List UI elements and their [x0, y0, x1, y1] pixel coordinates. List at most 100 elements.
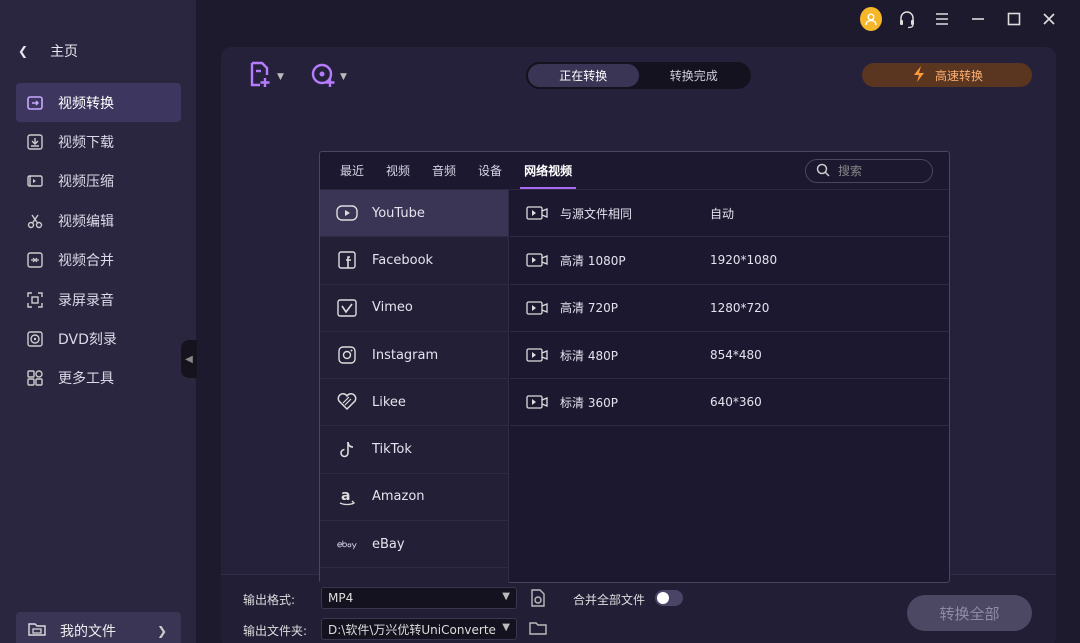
quality-name: 标清 480P: [560, 348, 618, 363]
chevron-down-icon: ▼: [277, 72, 284, 82]
sidebar-item-label: 视频下载: [58, 135, 114, 152]
chevron-down-icon: ▼: [502, 591, 510, 602]
platform-likee[interactable]: Likee: [320, 379, 508, 427]
add-disc-icon: [311, 61, 337, 93]
add-file-button[interactable]: ▼: [248, 61, 284, 93]
platform-label: Vimeo: [372, 300, 413, 316]
tab-video[interactable]: 视频: [386, 152, 410, 189]
platform-facebook[interactable]: Facebook: [320, 237, 508, 285]
sidebar-item-video-merge[interactable]: 视频合并: [16, 241, 181, 280]
quality-row[interactable]: 高清 1080P 1920*1080: [510, 237, 949, 285]
add-file-icon: [248, 61, 274, 93]
tab-recent[interactable]: 最近: [340, 152, 364, 189]
format-dropdown-panel: 最近 视频 音频 设备 网络视频 YouTube Facebook Vim: [319, 151, 950, 583]
convert-icon: [26, 94, 44, 112]
sidebar-item-label: 视频编辑: [58, 213, 114, 230]
sidebar-collapse-toggle[interactable]: ◀: [181, 340, 197, 378]
platform-instagram[interactable]: Instagram: [320, 332, 508, 380]
download-icon: [26, 133, 44, 151]
tab-web-video[interactable]: 网络视频: [520, 152, 577, 189]
video-icon: [526, 394, 550, 410]
tab-converting[interactable]: 正在转换: [528, 64, 639, 87]
search-input[interactable]: [838, 164, 918, 178]
sidebar: ❮ 主页 视频转换 视频下载 视频压缩 视频编辑 视频合并 录屏录音 DVD刻录…: [0, 0, 196, 643]
tab-device[interactable]: 设备: [478, 152, 502, 189]
convert-all-button[interactable]: 转换全部: [907, 595, 1032, 631]
conversion-status-tabs: 正在转换 转换完成: [526, 62, 751, 89]
tools-grid-icon: [26, 369, 44, 387]
user-avatar[interactable]: [860, 7, 883, 31]
platform-youtube[interactable]: YouTube: [320, 190, 508, 238]
quality-row[interactable]: 标清 360P 640*360: [510, 379, 949, 427]
add-disc-button[interactable]: ▼: [311, 61, 347, 93]
home-label: 主页: [50, 44, 79, 60]
tab-completed[interactable]: 转换完成: [639, 64, 750, 87]
quality-name: 高清 1080P: [560, 253, 626, 268]
platform-label: Amazon: [372, 489, 425, 505]
tab-audio[interactable]: 音频: [432, 152, 456, 189]
platform-label: Facebook: [372, 252, 434, 268]
sidebar-item-label: 视频压缩: [58, 174, 114, 191]
sidebar-item-video-convert[interactable]: 视频转换: [16, 83, 181, 123]
quality-list: 与源文件相同 自动 高清 1080P 1920*1080 高清 720P 128…: [510, 190, 949, 427]
quality-row[interactable]: 高清 720P 1280*720: [510, 285, 949, 332]
sidebar-item-video-compress[interactable]: 视频压缩: [16, 162, 181, 201]
sidebar-item-screen-record[interactable]: 录屏录音: [16, 280, 181, 319]
sidebar-item-video-download[interactable]: 视频下载: [16, 122, 181, 161]
quality-resolution: 自动: [710, 206, 735, 221]
output-folder-value: D:\软件\万兴优转UniConverte: [328, 622, 496, 637]
close-icon[interactable]: [1038, 8, 1060, 30]
ebay-icon: [336, 533, 358, 555]
headset-icon[interactable]: [896, 8, 918, 30]
video-icon: [526, 300, 550, 316]
platform-ebay[interactable]: eBay: [320, 521, 508, 569]
youtube-icon: [336, 202, 358, 224]
output-format-label: 输出格式:: [243, 593, 296, 607]
output-format-value: MP4: [328, 591, 354, 605]
output-format-select[interactable]: MP4 ▼: [321, 587, 517, 609]
menu-icon[interactable]: [932, 8, 954, 30]
sidebar-item-dvd-burn[interactable]: DVD刻录: [16, 319, 181, 358]
fast-convert-button[interactable]: 高速转换: [862, 63, 1032, 87]
platform-tiktok[interactable]: TikTok: [320, 426, 508, 474]
chevron-right-icon: ❯: [156, 624, 167, 638]
tiktok-icon: [336, 439, 358, 461]
sidebar-item-label: 视频转换: [58, 95, 114, 112]
likee-icon: [336, 391, 358, 413]
folder-icon: [28, 621, 46, 641]
sidebar-item-label: DVD刻录: [58, 332, 117, 349]
open-folder-icon[interactable]: [529, 620, 547, 640]
chevron-down-icon: ▼: [340, 72, 347, 82]
platform-label: TikTok: [372, 442, 412, 458]
platform-list: YouTube Facebook Vimeo Instagram Likee T…: [320, 190, 509, 583]
format-settings-icon[interactable]: [528, 587, 548, 613]
quality-resolution: 1280*720: [710, 300, 770, 315]
title-bar: [860, 0, 1080, 38]
output-folder-label: 输出文件夹:: [243, 624, 308, 638]
user-icon: [860, 7, 883, 31]
sidebar-item-label: 视频合并: [58, 253, 114, 270]
sidebar-nav: 视频转换 视频下载 视频压缩 视频编辑 视频合并 录屏录音 DVD刻录 更多工具: [16, 83, 181, 398]
maximize-icon[interactable]: [1003, 8, 1025, 30]
platform-label: Likee: [372, 394, 406, 410]
sidebar-item-more-tools[interactable]: 更多工具: [16, 359, 181, 398]
chevron-left-icon: ◀: [185, 353, 193, 365]
my-files-label: 我的文件: [60, 624, 116, 640]
platform-amazon[interactable]: a Amazon: [320, 474, 508, 522]
merge-all-toggle[interactable]: [655, 590, 683, 606]
scissors-icon: [26, 212, 44, 230]
home-link[interactable]: ❮ 主页: [18, 38, 78, 64]
compress-icon: [26, 172, 44, 190]
output-folder-select[interactable]: D:\软件\万兴优转UniConverte ▼: [321, 618, 517, 640]
quality-resolution: 640*360: [710, 395, 762, 410]
quality-row[interactable]: 标清 480P 854*480: [510, 332, 949, 380]
video-icon: [526, 252, 550, 268]
sidebar-item-video-edit[interactable]: 视频编辑: [16, 201, 181, 240]
minimize-icon[interactable]: [967, 8, 989, 30]
merge-all-label: 合并全部文件: [573, 593, 646, 607]
my-files-button[interactable]: 我的文件 ❯: [16, 612, 181, 643]
platform-vimeo[interactable]: Vimeo: [320, 285, 508, 332]
quality-row[interactable]: 与源文件相同 自动: [510, 190, 949, 238]
quality-name: 与源文件相同: [560, 206, 633, 221]
quality-resolution: 1920*1080: [710, 253, 778, 268]
